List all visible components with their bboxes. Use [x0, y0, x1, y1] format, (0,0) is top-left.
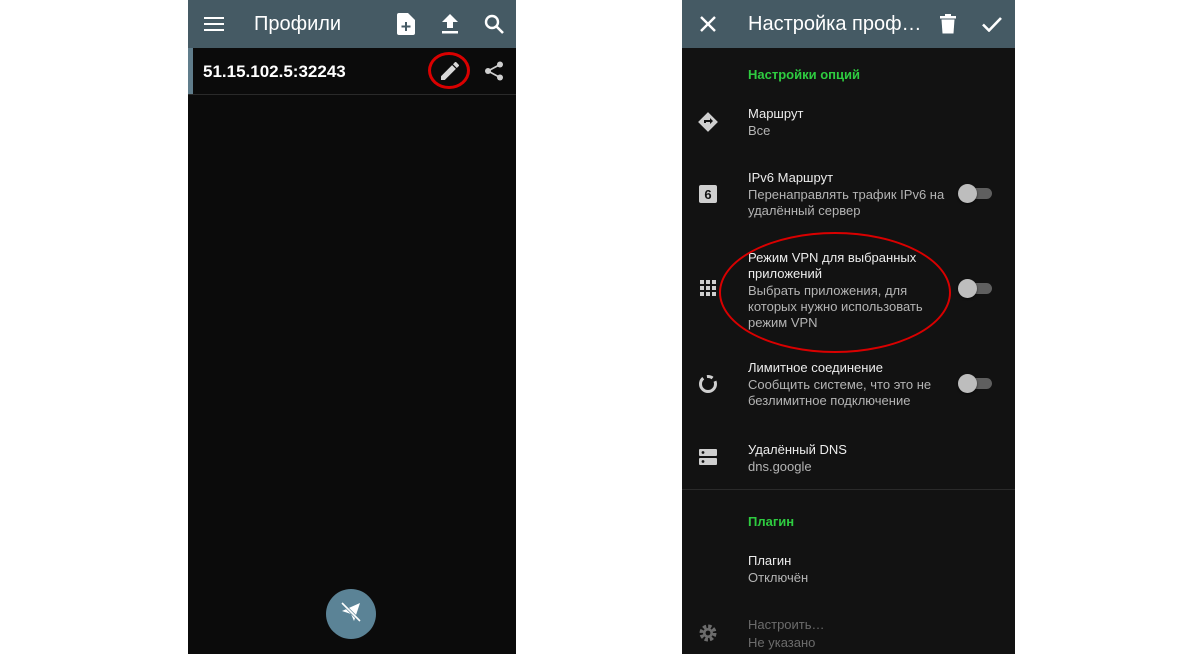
connect-icon [339, 600, 363, 628]
settings-toolbar: Настройка проф… [682, 0, 1015, 48]
check-icon[interactable] [980, 12, 1004, 36]
upload-icon[interactable] [438, 12, 462, 36]
section-divider [682, 489, 1015, 490]
remote-dns-title: Удалённый DNS [748, 442, 847, 457]
profiles-screen: Профили 51.15.102.5:32243 [188, 0, 516, 654]
plugin-value: Отключён [748, 570, 809, 585]
per-app-vpn-setting[interactable]: Режим VPN для выбранных приложений Выбра… [682, 244, 1015, 334]
svg-text:6: 6 [704, 187, 711, 202]
profiles-toolbar: Профили [188, 0, 516, 48]
ipv6-route-setting[interactable]: 6 IPv6 Маршрут Перенаправлять трафик IPv… [682, 162, 1015, 226]
per-app-vpn-description: Выбрать приложения, для которых нужно ис… [748, 283, 923, 330]
metered-toggle[interactable] [958, 374, 992, 394]
metered-description: Сообщить системе, что это не безлимитное… [748, 377, 932, 408]
ipv6-description: Перенаправлять трафик IPv6 на удалённый … [748, 187, 945, 218]
route-icon [696, 110, 720, 134]
per-app-vpn-title: Режим VPN для выбранных приложений [748, 250, 917, 281]
selected-indicator [188, 48, 193, 94]
dns-icon [696, 445, 720, 469]
gear-icon [696, 621, 720, 645]
route-setting[interactable]: Маршрут Все [682, 96, 1015, 150]
ipv6-toggle[interactable] [958, 184, 992, 204]
plugin-title: Плагин [748, 553, 792, 568]
page-title: Настройка проф… [748, 13, 922, 35]
delete-icon[interactable] [936, 12, 960, 36]
connect-button[interactable] [326, 589, 376, 639]
share-icon[interactable] [482, 59, 506, 83]
add-file-icon[interactable] [394, 12, 418, 36]
remote-dns-setting[interactable]: Удалённый DNS dns.google [682, 432, 1015, 486]
profile-settings-screen: Настройка проф… Настройки опций Маршрут … [682, 0, 1015, 654]
route-value: Все [748, 123, 771, 138]
ipv6-title: IPv6 Маршрут [748, 170, 834, 185]
configure-value: Не указано [748, 635, 816, 650]
remote-dns-value: dns.google [748, 459, 812, 474]
page-title: Профили [254, 13, 342, 35]
edit-icon[interactable] [438, 59, 462, 83]
toggle-thumb [958, 374, 977, 393]
configure-plugin-setting: Настроить… Не указано [682, 608, 1015, 654]
profile-name: 51.15.102.5:32243 [203, 62, 346, 81]
configure-title: Настроить… [748, 617, 825, 632]
route-title: Маршрут [748, 106, 804, 121]
toggle-thumb [958, 184, 977, 203]
menu-icon[interactable] [202, 12, 226, 36]
metered-connection-setting[interactable]: Лимитное соединение Сообщить системе, чт… [682, 352, 1015, 416]
plugin-setting[interactable]: Плагин Отключён [682, 542, 1015, 596]
ipv6-icon: 6 [696, 182, 720, 206]
search-icon[interactable] [482, 12, 506, 36]
toggle-thumb [958, 279, 977, 298]
per-app-vpn-toggle[interactable] [958, 279, 992, 299]
section-header-options: Настройки опций [748, 67, 860, 82]
profile-list-item[interactable]: 51.15.102.5:32243 [188, 48, 516, 95]
metered-icon [696, 372, 720, 396]
metered-title: Лимитное соединение [748, 360, 883, 375]
close-icon[interactable] [696, 12, 720, 36]
apps-grid-icon [696, 276, 720, 300]
section-header-plugin: Плагин [748, 514, 795, 529]
